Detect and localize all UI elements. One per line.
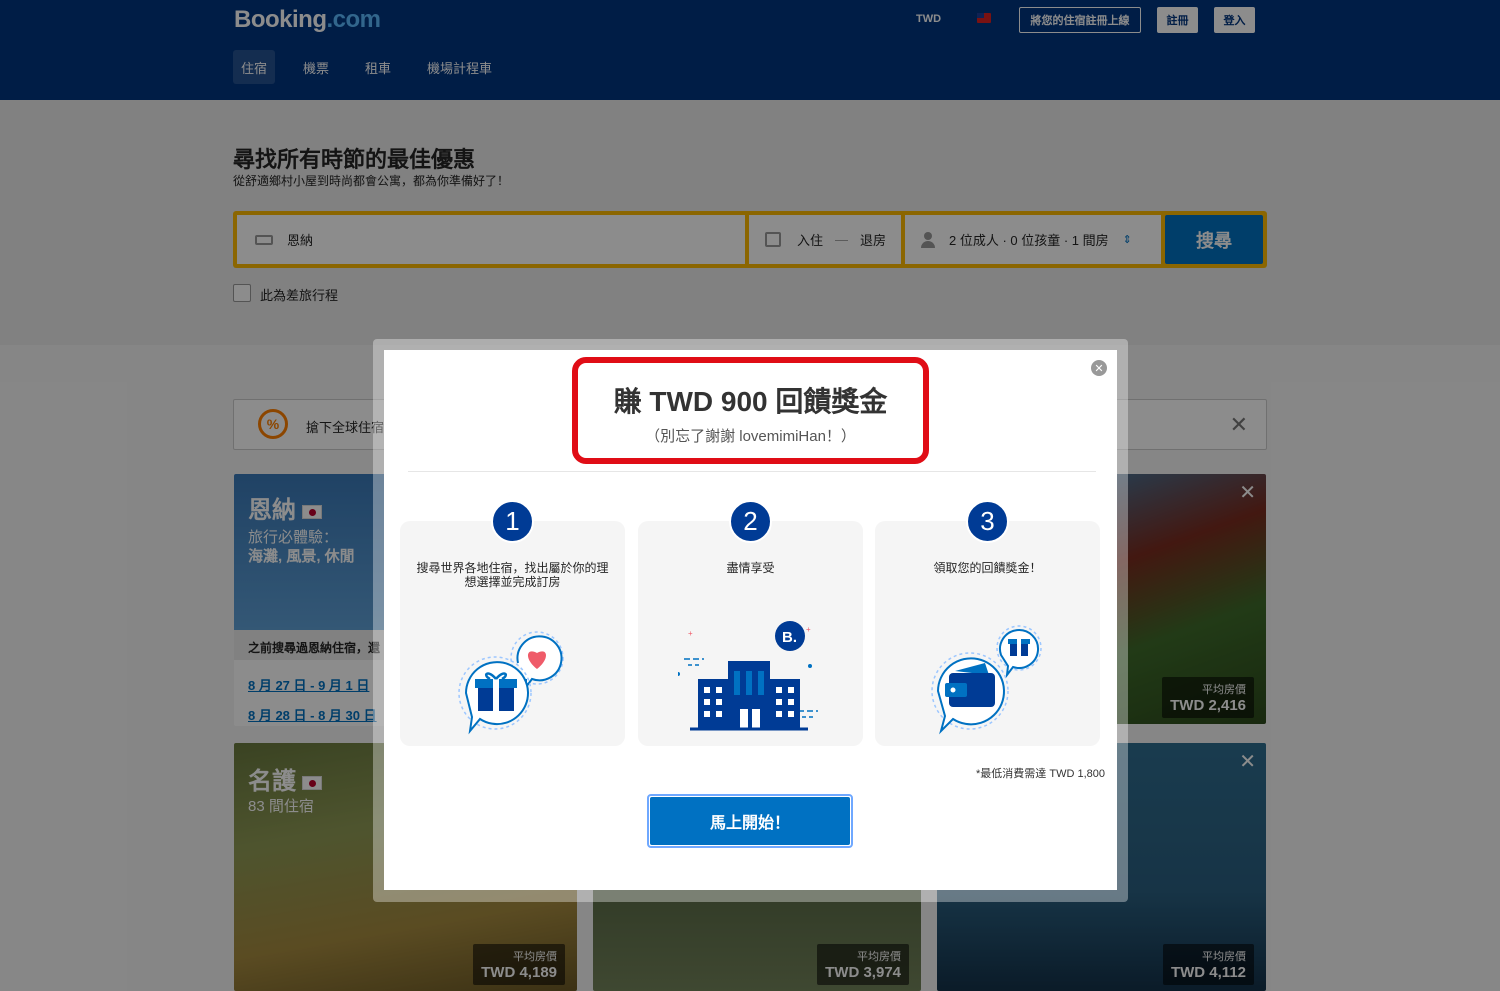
step-text: 盡情享受 (726, 561, 775, 575)
step-card-2: 2 盡情享受 B. + + (638, 500, 863, 746)
svg-text:+: + (688, 629, 693, 638)
divider (408, 471, 1096, 472)
svg-text:+: + (806, 625, 811, 634)
step-text: 搜尋世界各地住宿，找出屬於你的理想選擇並完成訂房 (416, 561, 609, 589)
close-icon[interactable]: ✕ (1091, 360, 1107, 376)
step-number: 1 (491, 500, 534, 543)
hotel-building-icon: B. + + (678, 621, 818, 731)
wallet-gift-icon (931, 625, 1042, 735)
reward-modal: ✕ 賺 TWD 900 回饋獎金 （別忘了謝謝 lovemimiHan！） 1 … (384, 350, 1117, 890)
highlight-annotation (572, 357, 929, 464)
step-card-1: 1 搜尋世界各地住宿，找出屬於你的理想選擇並完成訂房 (400, 500, 625, 746)
step-text: 領取您的回饋獎金！ (933, 561, 1042, 575)
step-number: 3 (966, 500, 1009, 543)
step-card-3: 3 領取您的回饋獎金！ (875, 500, 1100, 746)
step-number: 2 (729, 500, 772, 543)
get-started-button[interactable]: 馬上開始！ (650, 797, 850, 845)
minimum-spend-note: *最低消費需達 TWD 1,800 (976, 768, 1105, 780)
gift-heart-icon (458, 631, 564, 735)
booking-badge-text: B. (782, 629, 797, 646)
